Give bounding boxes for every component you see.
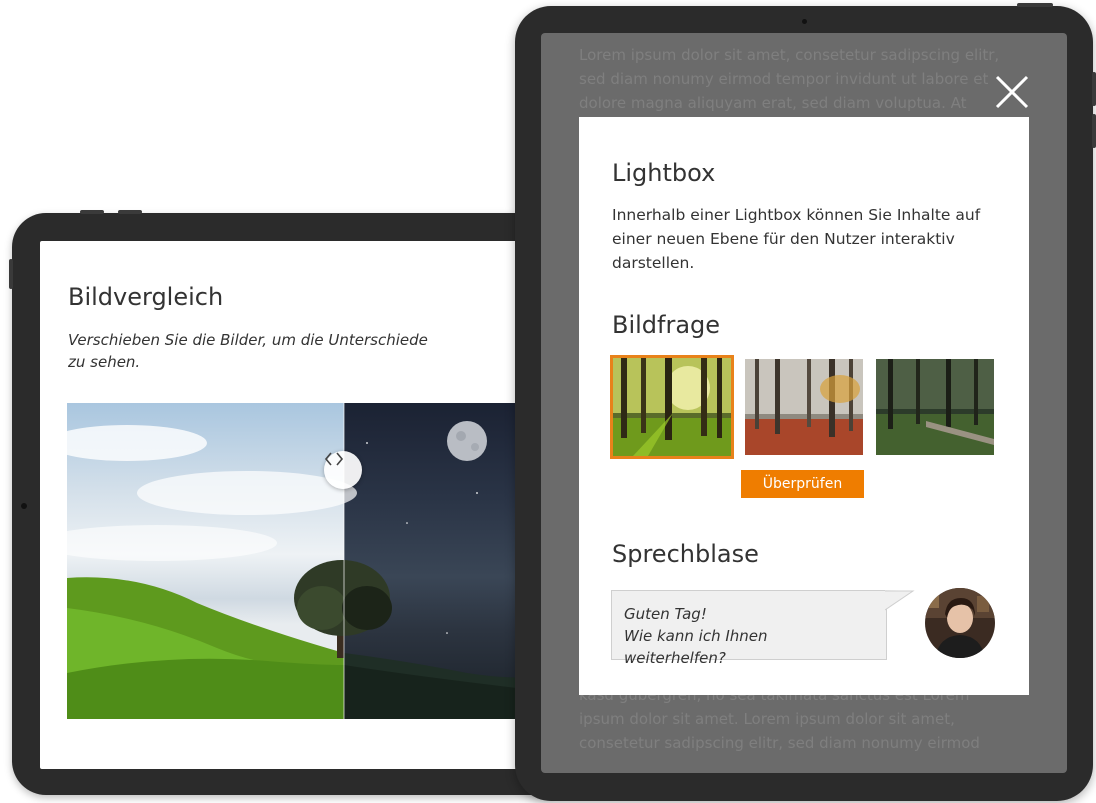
lightbox-dialog: Lightbox Innerhalb einer Lightbox können… <box>579 117 1029 695</box>
camera <box>802 19 807 24</box>
right-tablet: Lorem ipsum dolor sit amet, consetetur s… <box>515 3 1096 801</box>
device-button <box>118 210 142 214</box>
image-question-heading: Bildfrage <box>612 311 721 339</box>
device-button <box>1092 114 1096 148</box>
background-text: Lorem ipsum dolor sit amet, consetetur s… <box>579 46 1000 112</box>
left-tablet: Bildvergleich Verschieben Sie die Bilder… <box>9 210 572 795</box>
device-button <box>1017 3 1053 7</box>
image-compare-widget[interactable] <box>67 403 560 719</box>
speech-line-1: Guten Tag! <box>624 605 707 623</box>
camera <box>21 503 27 509</box>
avatar <box>925 588 995 658</box>
image-option-1[interactable] <box>610 355 734 459</box>
speech-bubble-heading: Sprechblase <box>612 540 759 568</box>
image-option-3[interactable] <box>876 359 994 455</box>
image-compare-subtitle: Verschieben Sie die Bilder, um die Unter… <box>68 331 428 371</box>
landscape-image <box>67 421 560 719</box>
right-screen: Lorem ipsum dolor sit amet, consetetur s… <box>541 33 1067 773</box>
close-icon[interactable] <box>993 73 1031 111</box>
image-option-2[interactable] <box>745 359 863 455</box>
compare-handle-icon[interactable] <box>324 451 362 489</box>
speech-bubble: Guten Tag! Wie kann ich Ihnen weiterhelf… <box>611 590 887 667</box>
lightbox-title: Lightbox <box>612 159 716 187</box>
speech-line-2: Wie kann ich Ihnen weiterhelfen? <box>624 627 768 667</box>
lightbox-description: Innerhalb einer Lightbox können Sie Inha… <box>612 206 981 272</box>
device-button <box>9 259 13 289</box>
check-button[interactable]: Überprüfen <box>741 470 864 498</box>
device-button <box>1092 72 1096 106</box>
speech-bubble-tail <box>885 590 915 611</box>
image-compare-title: Bildvergleich <box>68 283 224 311</box>
device-button <box>80 210 104 214</box>
left-screen: Bildvergleich Verschieben Sie die Bilder… <box>40 241 560 769</box>
